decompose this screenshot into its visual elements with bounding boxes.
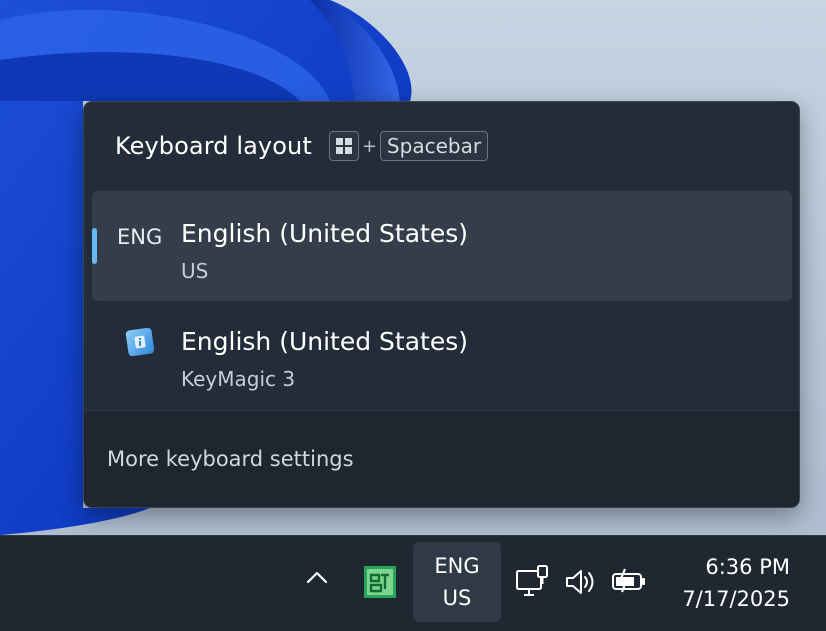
- keyboard-layout-flyout: Keyboard layout + Spacebar ENG English (…: [83, 101, 800, 508]
- layout-variant: US: [181, 259, 209, 283]
- spacebar-key: Spacebar: [379, 131, 489, 161]
- keymagic-icon: [125, 327, 155, 357]
- volume-icon[interactable]: [564, 567, 598, 597]
- keymagic-tray-icon[interactable]: [363, 565, 397, 599]
- flyout-title: Keyboard layout: [115, 132, 312, 160]
- windows-key-icon: [328, 131, 359, 161]
- language-indicator-button[interactable]: ENG US: [413, 542, 501, 622]
- chevron-up-icon[interactable]: [300, 560, 334, 594]
- shortcut-hint: + Spacebar: [328, 131, 489, 161]
- battery-charging-icon[interactable]: [611, 566, 649, 596]
- layout-name: English (United States): [181, 327, 469, 356]
- language-code: ENG: [434, 554, 480, 578]
- selection-indicator: [92, 228, 97, 264]
- network-icon[interactable]: [514, 564, 550, 600]
- taskbar-clock[interactable]: 6:36 PM 7/17/2025: [662, 550, 790, 616]
- taskbar: ENG US 6:36 PM 7/17/2025: [0, 535, 826, 631]
- layout-item-keymagic[interactable]: English (United States) KeyMagic 3: [92, 307, 792, 407]
- layout-name: English (United States): [181, 219, 469, 248]
- layout-code: ENG: [117, 225, 163, 249]
- layout-variant: KeyMagic 3: [181, 367, 296, 391]
- language-layout: US: [442, 586, 472, 610]
- clock-time: 6:36 PM: [705, 555, 790, 579]
- clock-date: 7/17/2025: [682, 587, 790, 611]
- flyout-footer: More keyboard settings: [84, 410, 799, 507]
- more-keyboard-settings-link[interactable]: More keyboard settings: [107, 447, 354, 471]
- flyout-header: Keyboard layout + Spacebar: [115, 129, 489, 163]
- layout-item-english-us[interactable]: ENG English (United States) US: [92, 191, 792, 301]
- shortcut-plus: +: [361, 135, 377, 157]
